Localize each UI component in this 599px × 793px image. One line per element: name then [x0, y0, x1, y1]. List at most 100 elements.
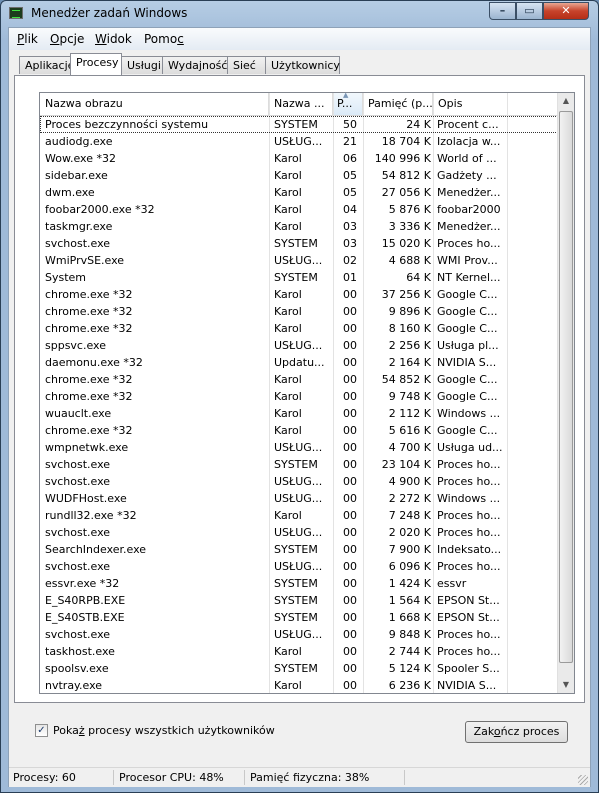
process-row[interactable]: svchost.exe SYSTEM 00 23 104 K Proces ho...: [40, 456, 558, 473]
process-memory: 2 112 K: [388, 407, 431, 420]
tab-uslugi[interactable]: Usługi: [121, 56, 163, 74]
process-cpu: 00: [343, 339, 357, 352]
process-user-name: SYSTEM: [274, 271, 318, 284]
process-row[interactable]: E_S40RPB.EXE SYSTEM 00 1 564 K EPSON St...: [40, 592, 558, 609]
process-row[interactable]: WUDFHost.exe USŁUG... 00 2 272 K Windows ...: [40, 490, 558, 507]
process-row[interactable]: taskmgr.exe Karol 03 3 336 K Menedżer...: [40, 218, 558, 235]
process-user-name: Karol: [274, 288, 302, 301]
tab-wydajnosc[interactable]: Wydajność: [162, 56, 228, 74]
process-description: essvr: [437, 577, 467, 590]
column-header-image-name[interactable]: Nazwa obrazu: [40, 93, 269, 115]
process-row[interactable]: System SYSTEM 01 64 K NT Kernel...: [40, 269, 558, 286]
process-row[interactable]: chrome.exe *32 Karol 00 54 852 K Google C...: [40, 371, 558, 388]
process-user-name: Karol: [274, 509, 302, 522]
resize-grip-icon[interactable]: [578, 775, 588, 785]
process-user-name: USŁUG...: [274, 560, 323, 573]
status-physical-memory: Pamięć fizyczna: 38%: [250, 771, 370, 784]
process-row[interactable]: wuauclt.exe Karol 00 2 112 K Windows ...: [40, 405, 558, 422]
process-row[interactable]: WmiPrvSE.exe USŁUG... 02 4 688 K WMI Prov...: [40, 252, 558, 269]
process-row[interactable]: sidebar.exe Karol 05 54 812 K Gadżety ...: [40, 167, 558, 184]
process-row[interactable]: svchost.exe USŁUG... 00 9 848 K Proces ho...: [40, 626, 558, 643]
status-separator: [113, 770, 114, 785]
maximize-button[interactable]: ▭: [516, 2, 543, 20]
tab-procesy[interactable]: Procesy: [70, 53, 122, 75]
process-row[interactable]: chrome.exe *32 Karol 00 5 616 K Google C...: [40, 422, 558, 439]
process-user-name: USŁUG...: [274, 526, 323, 539]
process-cpu: 00: [343, 373, 357, 386]
process-memory: 140 996 K: [374, 152, 431, 165]
process-image-name: audiodg.exe: [45, 135, 113, 148]
process-row[interactable]: taskhost.exe Karol 00 2 744 K Proces ho...: [40, 643, 558, 660]
process-row[interactable]: Proces bezczynności systemu SYSTEM 50 24 K P…: [40, 116, 558, 133]
process-row[interactable]: chrome.exe *32 Karol 00 9 748 K Google C...: [40, 388, 558, 405]
menu-pomoc-accel: c: [177, 32, 184, 46]
menu-pomoc[interactable]: Pomoc: [144, 32, 184, 46]
process-row[interactable]: audiodg.exe USŁUG... 21 18 704 K Izolacja w.…: [40, 133, 558, 150]
process-image-name: svchost.exe: [45, 628, 111, 641]
column-header-cpu[interactable]: ▲ P...: [333, 93, 363, 115]
process-row[interactable]: chrome.exe *32 Karol 00 8 160 K Google C...: [40, 320, 558, 337]
process-image-name: WUDFHost.exe: [45, 492, 127, 505]
tab-aplikacje[interactable]: Aplikacje: [19, 56, 74, 74]
menu-plik[interactable]: Plik: [17, 32, 38, 46]
process-row[interactable]: Wow.exe *32 Karol 06 140 996 K World of ...: [40, 150, 558, 167]
end-process-button[interactable]: Zakończ proces: [465, 721, 568, 743]
process-row[interactable]: rundll32.exe *32 Karol 00 7 248 K Proces ho.…: [40, 507, 558, 524]
column-header-description[interactable]: Opis: [433, 93, 508, 115]
minimize-button[interactable]: –: [489, 2, 516, 20]
process-row[interactable]: svchost.exe USŁUG... 00 4 900 K Proces ho...: [40, 473, 558, 490]
process-cpu: 21: [343, 135, 357, 148]
process-image-name: chrome.exe *32: [45, 305, 133, 318]
process-cpu: 00: [343, 611, 357, 624]
process-image-name: nvtray.exe: [45, 679, 103, 692]
process-user-name: USŁUG...: [274, 135, 323, 148]
vertical-scrollbar[interactable]: ▲ ▼: [557, 93, 574, 693]
tab-uzytkownicy[interactable]: Użytkownicy: [265, 56, 340, 74]
column-header-memory[interactable]: Pamięć (p...: [363, 93, 433, 115]
show-all-users-checkbox[interactable]: ✓: [35, 724, 48, 737]
process-row[interactable]: foobar2000.exe *32 Karol 04 5 876 K foobar20…: [40, 201, 558, 218]
process-row[interactable]: chrome.exe *32 Karol 00 9 896 K Google C...: [40, 303, 558, 320]
process-row[interactable]: daemonu.exe *32 Updatu... 00 2 164 K NVIDIA …: [40, 354, 558, 371]
process-memory: 8 160 K: [388, 322, 431, 335]
process-row[interactable]: wmpnetwk.exe USŁUG... 00 4 700 K Usługa ud..…: [40, 439, 558, 456]
menu-opcje[interactable]: Opcje: [50, 32, 84, 46]
menu-widok[interactable]: Widok: [95, 32, 132, 46]
process-row[interactable]: nvtray.exe Karol 00 6 236 K NVIDIA S...: [40, 677, 558, 693]
column-header-user-name[interactable]: Nazwa ...: [269, 93, 333, 115]
process-memory: 7 900 K: [388, 543, 431, 556]
process-memory: 5 616 K: [388, 424, 431, 437]
tab-siec[interactable]: Sieć: [227, 56, 266, 74]
process-list[interactable]: Nazwa obrazu Nazwa ... ▲ P... Pamięć (p.…: [39, 92, 575, 694]
process-user-name: Karol: [274, 424, 302, 437]
menu-plik-label: lik: [24, 32, 38, 46]
process-row[interactable]: sppsvc.exe USŁUG... 00 2 256 K Usługa pl...: [40, 337, 558, 354]
close-button[interactable]: ✕: [543, 2, 589, 20]
process-image-name: chrome.exe *32: [45, 424, 133, 437]
process-row[interactable]: spoolsv.exe SYSTEM 00 5 124 K Spooler S...: [40, 660, 558, 677]
show-all-users-label-rest: procesy wszystkich użytkowników: [84, 724, 275, 737]
scroll-down-arrow-icon[interactable]: ▼: [559, 677, 573, 693]
process-image-name: wuauclt.exe: [45, 407, 112, 420]
process-cpu: 00: [343, 594, 357, 607]
status-cpu-usage: Procesor CPU: 48%: [119, 771, 224, 784]
process-description: Izolacja w...: [437, 135, 501, 148]
process-image-name: daemonu.exe *32: [45, 356, 143, 369]
process-row[interactable]: svchost.exe SYSTEM 03 15 020 K Proces ho...: [40, 235, 558, 252]
process-user-name: Karol: [274, 169, 302, 182]
process-row[interactable]: dwm.exe Karol 05 27 056 K Menedżer...: [40, 184, 558, 201]
scroll-up-arrow-icon[interactable]: ▲: [559, 93, 573, 109]
process-row[interactable]: svchost.exe USŁUG... 00 6 096 K Proces ho...: [40, 558, 558, 575]
process-row[interactable]: E_S40STB.EXE SYSTEM 00 1 668 K EPSON St...: [40, 609, 558, 626]
process-row[interactable]: chrome.exe *32 Karol 00 37 256 K Google C...: [40, 286, 558, 303]
process-description: Procent c...: [437, 118, 499, 131]
process-row[interactable]: svchost.exe USŁUG... 00 2 020 K Proces ho...: [40, 524, 558, 541]
status-process-count: Procesy: 60: [13, 771, 76, 784]
process-user-name: Karol: [274, 679, 302, 692]
process-row[interactable]: essvr.exe *32 SYSTEM 00 1 424 K essvr: [40, 575, 558, 592]
scrollbar-thumb[interactable]: [559, 111, 573, 663]
process-memory: 9 896 K: [388, 305, 431, 318]
process-user-name: USŁUG...: [274, 254, 323, 267]
process-cpu: 04: [343, 203, 357, 216]
process-row[interactable]: SearchIndexer.exe SYSTEM 00 7 900 K Indeksat…: [40, 541, 558, 558]
